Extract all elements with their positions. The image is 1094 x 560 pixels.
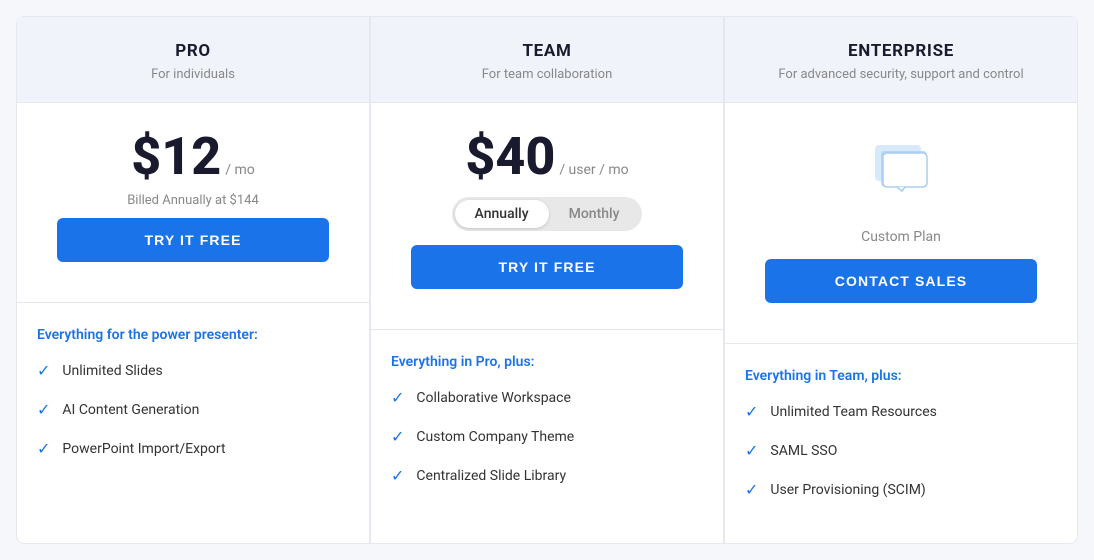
- feature-item-team-0: ✓ Collaborative Workspace: [391, 388, 703, 407]
- plan-pricing-enterprise: Custom Plan CONTACT SALES: [725, 103, 1077, 344]
- feature-label-enterprise-1: SAML SSO: [770, 443, 837, 459]
- feature-label-team-0: Collaborative Workspace: [416, 390, 571, 406]
- plan-tagline-enterprise: For advanced security, support and contr…: [745, 67, 1057, 82]
- plan-name-team: TEAM: [391, 41, 703, 61]
- billing-note-pro: Billed Annually at $144: [127, 193, 259, 208]
- price-amount-pro: $12: [131, 131, 221, 183]
- feature-item-enterprise-0: ✓ Unlimited Team Resources: [745, 402, 1057, 421]
- pricing-container: PRO For individuals $12 / mo Billed Annu…: [16, 16, 1078, 544]
- price-amount-team: $40: [465, 131, 555, 183]
- feature-label-team-1: Custom Company Theme: [416, 429, 574, 445]
- price-unit-pro: / mo: [225, 162, 255, 178]
- plan-header-pro: PRO For individuals: [17, 17, 369, 103]
- check-icon: ✓: [745, 480, 758, 499]
- check-icon: ✓: [745, 402, 758, 421]
- plan-tagline-pro: For individuals: [37, 67, 349, 82]
- plan-header-team: TEAM For team collaboration: [371, 17, 723, 103]
- enterprise-chat-icon: [867, 141, 935, 205]
- feature-label-enterprise-2: User Provisioning (SCIM): [770, 482, 925, 498]
- check-icon: ✓: [391, 466, 404, 485]
- plan-name-enterprise: ENTERPRISE: [745, 41, 1057, 61]
- features-heading-team: Everything in Pro, plus:: [391, 354, 703, 370]
- plan-pricing-team: $40 / user / mo Annually Monthly TRY IT …: [371, 103, 723, 330]
- toggle-option-monthly[interactable]: Monthly: [549, 200, 640, 228]
- feature-label-enterprise-0: Unlimited Team Resources: [770, 404, 936, 420]
- feature-item-pro-1: ✓ AI Content Generation: [37, 400, 349, 419]
- toggle-option-annually[interactable]: Annually: [455, 200, 549, 228]
- check-icon: ✓: [37, 361, 50, 380]
- feature-item-team-2: ✓ Centralized Slide Library: [391, 466, 703, 485]
- feature-label-pro-1: AI Content Generation: [62, 402, 199, 418]
- plan-header-enterprise: ENTERPRISE For advanced security, suppor…: [725, 17, 1077, 103]
- feature-item-enterprise-2: ✓ User Provisioning (SCIM): [745, 480, 1057, 499]
- plan-card-enterprise: ENTERPRISE For advanced security, suppor…: [724, 16, 1078, 544]
- plan-card-pro: PRO For individuals $12 / mo Billed Annu…: [16, 16, 370, 544]
- check-icon: ✓: [37, 400, 50, 419]
- plan-tagline-team: For team collaboration: [391, 67, 703, 82]
- feature-item-team-1: ✓ Custom Company Theme: [391, 427, 703, 446]
- plan-pricing-pro: $12 / mo Billed Annually at $144 TRY IT …: [17, 103, 369, 303]
- check-icon: ✓: [745, 441, 758, 460]
- billing-toggle-team[interactable]: Annually Monthly: [452, 197, 643, 231]
- feature-label-pro-0: Unlimited Slides: [62, 363, 162, 379]
- feature-label-pro-2: PowerPoint Import/Export: [62, 441, 225, 457]
- price-unit-team: / user / mo: [559, 162, 628, 178]
- features-section-enterprise: Everything in Team, plus: ✓ Unlimited Te…: [725, 344, 1077, 543]
- features-section-pro: Everything for the power presenter: ✓ Un…: [17, 303, 369, 543]
- cta-button-pro[interactable]: TRY IT FREE: [57, 218, 329, 262]
- features-heading-pro: Everything for the power presenter:: [37, 327, 349, 343]
- price-row-team: $40 / user / mo: [465, 131, 628, 183]
- feature-item-enterprise-1: ✓ SAML SSO: [745, 441, 1057, 460]
- feature-item-pro-0: ✓ Unlimited Slides: [37, 361, 349, 380]
- features-section-team: Everything in Pro, plus: ✓ Collaborative…: [371, 330, 723, 543]
- feature-label-team-2: Centralized Slide Library: [416, 468, 566, 484]
- check-icon: ✓: [391, 427, 404, 446]
- cta-button-enterprise[interactable]: CONTACT SALES: [765, 259, 1037, 303]
- check-icon: ✓: [37, 439, 50, 458]
- features-heading-enterprise: Everything in Team, plus:: [745, 368, 1057, 384]
- feature-item-pro-2: ✓ PowerPoint Import/Export: [37, 439, 349, 458]
- cta-button-team[interactable]: TRY IT FREE: [411, 245, 683, 289]
- custom-plan-label: Custom Plan: [861, 229, 941, 245]
- plan-card-team: TEAM For team collaboration $40 / user /…: [370, 16, 724, 544]
- price-row-pro: $12 / mo: [131, 131, 254, 183]
- plan-name-pro: PRO: [37, 41, 349, 61]
- check-icon: ✓: [391, 388, 404, 407]
